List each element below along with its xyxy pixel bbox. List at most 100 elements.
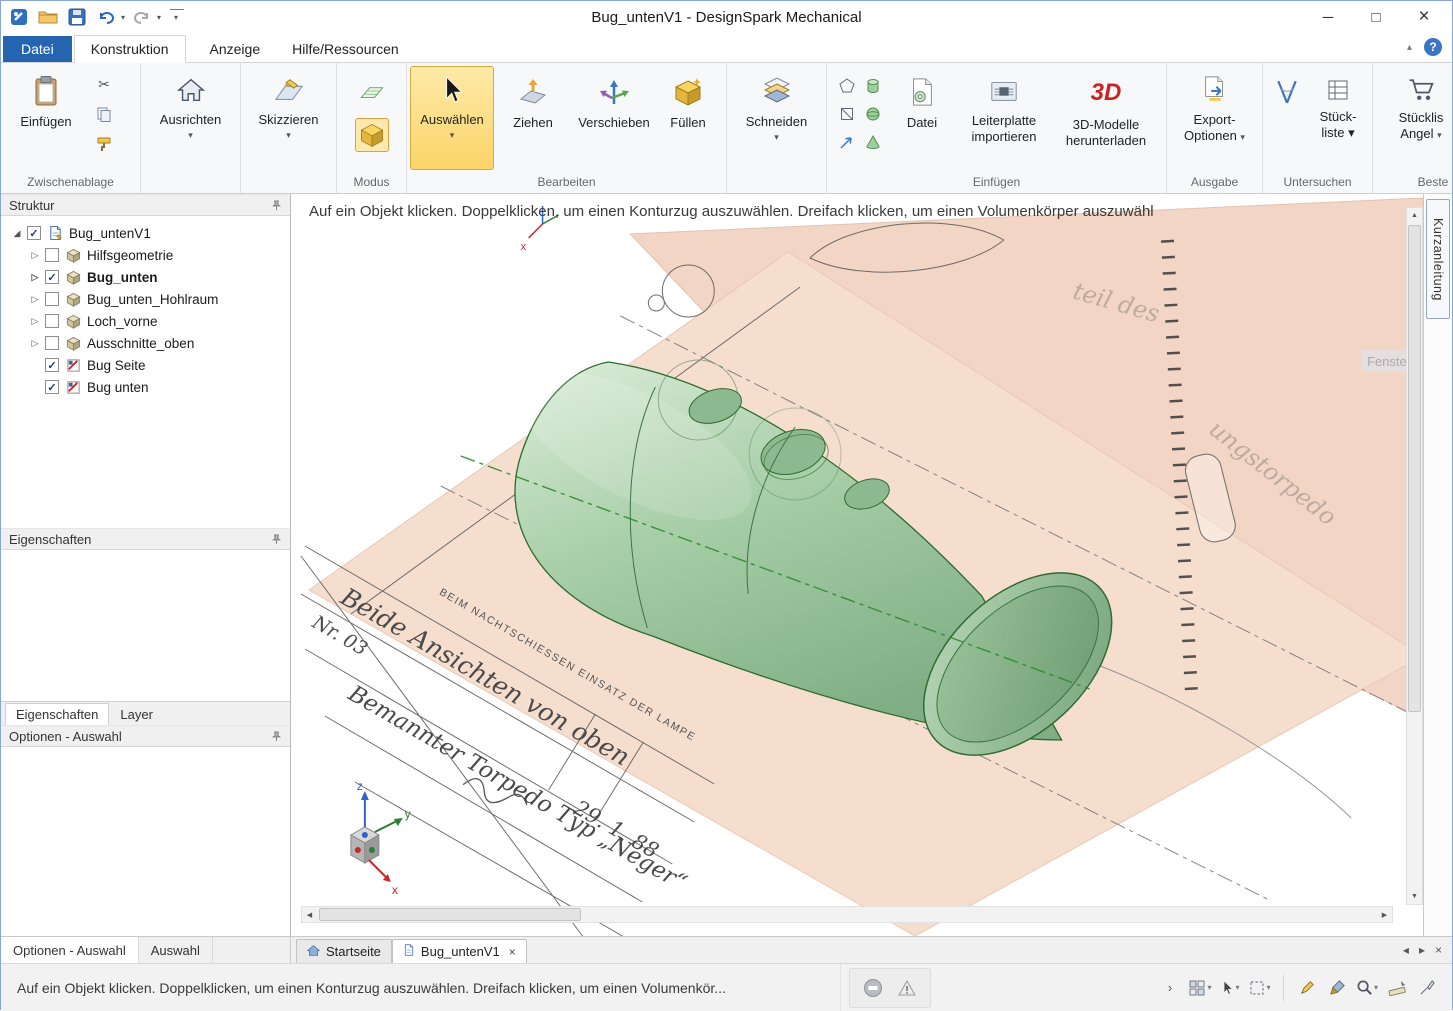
tree-item-component[interactable]: ▷ Hilfsgeometrie [1,244,290,266]
stueckliste-button[interactable]: Stück-liste ▾ [1308,66,1368,170]
layout-icon[interactable]: ▾ [1187,973,1213,1003]
pin-icon[interactable] [271,533,282,545]
horizontal-scroll-thumb[interactable] [319,908,581,921]
save-icon[interactable] [65,5,89,29]
fuellen-button[interactable]: Füllen [656,66,720,170]
pin-icon[interactable] [271,730,282,742]
tree-item-component[interactable]: ▷ ✓ Bug_unten [1,266,290,288]
stop-icon[interactable] [860,973,886,1003]
app-logo-icon[interactable] [7,5,31,29]
visibility-checkbox[interactable] [45,248,59,262]
tree-item-sketch[interactable]: ✓ Bug unten [1,376,290,398]
quick-guide-tab[interactable]: Kurzanleitung [1426,199,1450,319]
datei-einfuegen-button[interactable]: Datei [890,66,954,170]
sketch-mode-icon[interactable] [355,74,389,108]
shape-arrow-icon[interactable] [834,128,860,156]
expander-icon[interactable]: ▷ [27,294,43,305]
leiterplatte-button[interactable]: Leiterplatte importieren [954,66,1054,170]
ziehen-button[interactable]: Ziehen [494,66,572,170]
tab-startseite[interactable]: Startseite [296,939,392,963]
stueckliste-angebot-button[interactable]: Stücklis Angel ▾ [1376,66,1452,170]
warning-icon[interactable] [894,973,920,1003]
select-tool-icon[interactable]: ▾ [1217,973,1243,1003]
tab-eigenschaften[interactable]: Eigenschaften [5,703,110,725]
3d-scene[interactable]: Nr. 03 Beide Ansichten von oben BEIM NAC… [291,194,1423,936]
tree-item-component[interactable]: ▷ Bug_unten_Hohlraum [1,288,290,310]
visibility-checkbox[interactable] [45,314,59,328]
cut-icon[interactable]: ✂ [92,72,116,96]
expander-icon[interactable]: ▷ [27,272,43,283]
verschieben-button[interactable]: Verschieben [572,66,656,170]
panel-tab-auswahl[interactable]: Auswahl [139,937,213,963]
chevron-right-icon[interactable]: › [1157,973,1183,1003]
annotate-icon[interactable] [1414,973,1440,1003]
copy-icon[interactable] [92,102,116,126]
visibility-checkbox[interactable] [45,336,59,350]
scroll-left-icon[interactable]: ◀ [302,907,317,922]
measure-icon[interactable] [1384,973,1410,1003]
viewport[interactable]: Auf ein Objekt klicken. Doppelklicken, u… [291,194,1423,936]
redo-caret-icon[interactable]: ▾ [157,13,161,22]
visibility-checkbox[interactable]: ✓ [45,358,59,372]
solid-mode-icon[interactable] [354,118,389,152]
pencil-icon[interactable] [1294,973,1320,1003]
shape-cone-icon[interactable] [860,128,886,156]
tab-datei[interactable]: Datei [3,36,72,62]
minimize-button[interactable]: ─ [1304,3,1352,31]
paintbrush-icon[interactable] [1324,973,1350,1003]
visibility-checkbox[interactable]: ✓ [27,226,41,240]
customize-quick-access-icon[interactable]: ▾ [170,9,185,25]
prev-tab-icon[interactable]: ◂ [1403,943,1409,957]
tree-item-component[interactable]: ▷ Loch_vorne [1,310,290,332]
open-icon[interactable] [36,5,60,29]
paste-button[interactable]: Einfügen [4,66,88,170]
scroll-right-icon[interactable]: ▶ [1377,907,1392,922]
vertical-scrollbar[interactable]: ▲ ▼ [1406,207,1423,905]
maximize-button[interactable]: □ [1352,3,1400,31]
help-icon[interactable]: ? [1424,38,1442,56]
scroll-down-icon[interactable]: ▼ [1407,889,1422,904]
expander-icon[interactable]: ▷ [27,250,43,261]
auswaehlen-button[interactable]: Auswählen ▾ [410,66,494,170]
skizzieren-button[interactable]: Skizzieren ▾ [247,66,331,170]
tab-konstruktion[interactable]: Konstruktion [73,35,186,63]
format-painter-icon[interactable] [92,132,116,156]
schneiden-button[interactable]: Schneiden ▾ [735,66,819,170]
undo-button[interactable] [94,5,118,29]
close-button[interactable]: × [1400,3,1448,31]
tree-item-component[interactable]: ▷ Ausschnitte_oben [1,332,290,354]
tab-anzeige[interactable]: Anzeige [194,36,277,62]
visibility-checkbox[interactable]: ✓ [45,380,59,394]
close-tab-icon[interactable]: × [509,945,516,959]
shape-cylinder-icon[interactable] [860,72,886,100]
expander-icon[interactable]: ◢ [9,228,25,239]
export-optionen-button[interactable]: Export- Optionen ▾ [1170,66,1259,170]
pin-icon[interactable] [271,199,282,211]
expander-icon[interactable]: ▷ [27,316,43,327]
shape-sphere-icon[interactable] [860,100,886,128]
tab-hilfe-ressourcen[interactable]: Hilfe/Ressourcen [276,36,415,62]
undo-caret-icon[interactable]: ▾ [121,13,125,22]
horizontal-scrollbar[interactable]: ◀ ▶ [301,906,1393,923]
ausrichten-button[interactable]: Ausrichten ▾ [149,66,233,170]
tree-item-design[interactable]: ◢ ✓ Bug_untenV1 [1,222,290,244]
shape-box-icon[interactable] [834,100,860,128]
collapse-ribbon-icon[interactable]: ▴ [1407,42,1412,53]
modelle-herunterladen-button[interactable]: 3D 3D-Modelle herunterladen [1054,66,1158,170]
tab-bug-untenv1[interactable]: Bug_untenV1 × [391,939,527,963]
zoom-icon[interactable]: ▾ [1354,973,1380,1003]
vertical-scroll-thumb[interactable] [1408,225,1421,713]
selection-box-icon[interactable]: ▾ [1247,973,1273,1003]
visibility-checkbox[interactable] [45,292,59,306]
expander-icon[interactable]: ▷ [27,338,43,349]
tree-item-sketch[interactable]: ✓ Bug Seite [1,354,290,376]
visibility-checkbox[interactable]: ✓ [45,270,59,284]
shape-polygon-icon[interactable] [834,72,860,100]
close-document-icon[interactable]: × [1435,943,1442,957]
tab-layer[interactable]: Layer [109,703,164,725]
redo-button[interactable] [130,5,154,29]
next-tab-icon[interactable]: ▸ [1419,943,1425,957]
messen-button[interactable] [1266,66,1308,170]
scroll-up-icon[interactable]: ▲ [1407,208,1422,223]
panel-tab-optionen-auswahl[interactable]: Optionen - Auswahl [1,937,139,963]
